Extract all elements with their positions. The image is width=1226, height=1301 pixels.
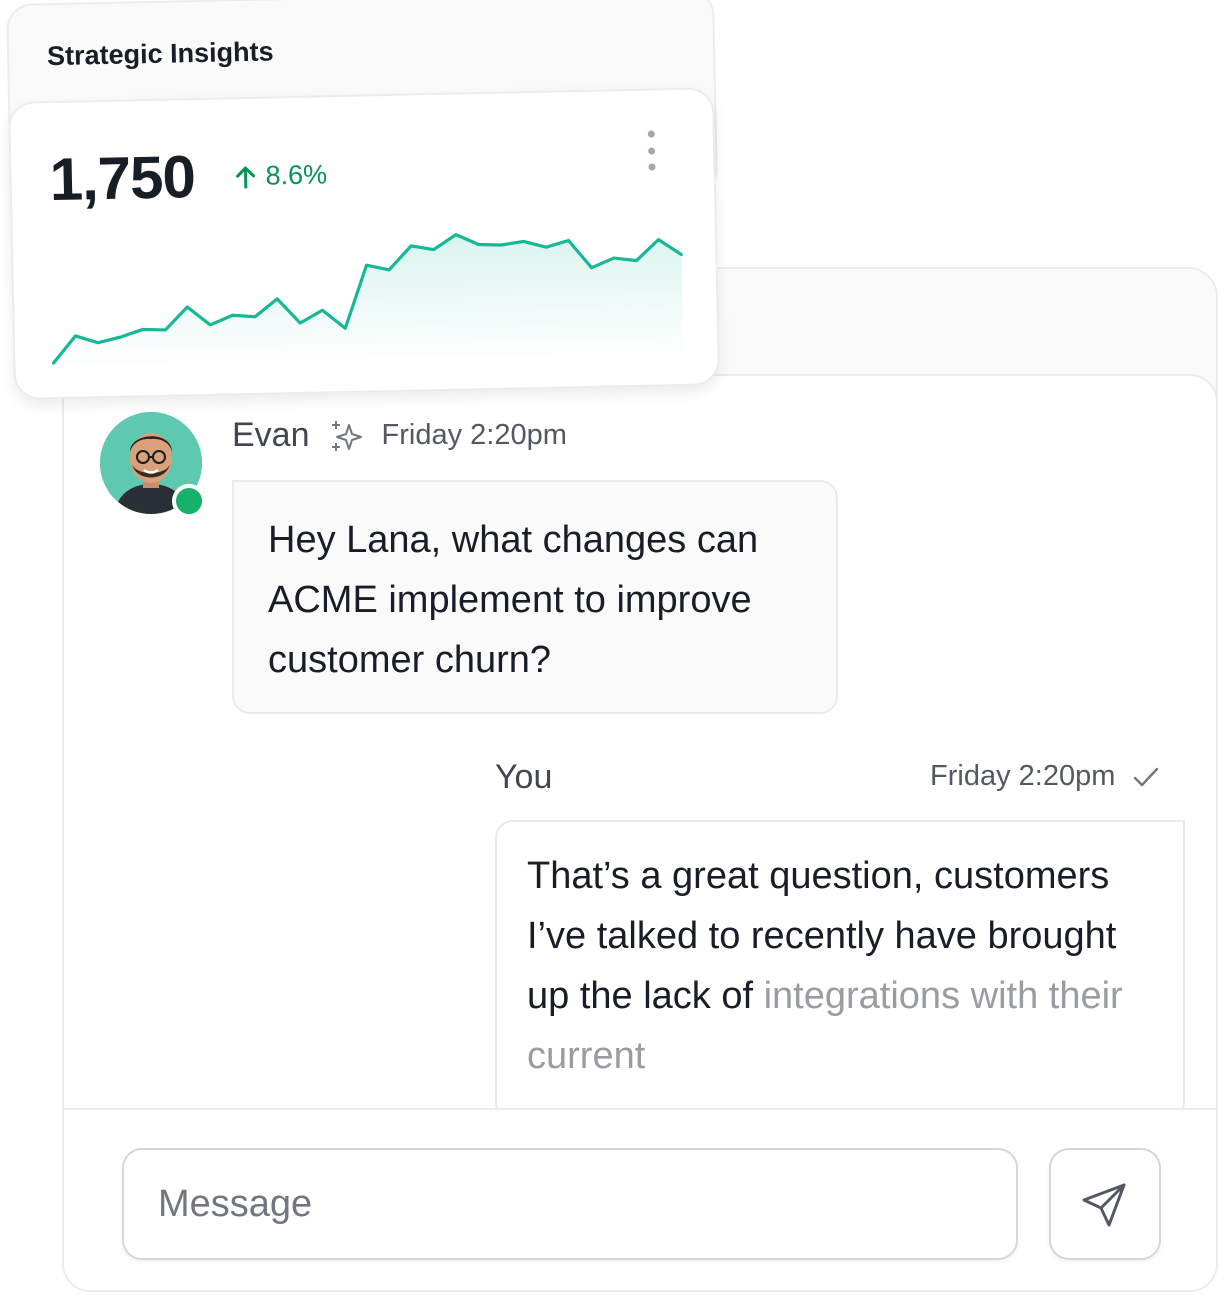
outgoing-sender-name: You — [495, 758, 553, 796]
chat-panel: Evan Friday 2:20pm Hey Lana, what change… — [62, 374, 1218, 1292]
sparkle-icon — [330, 419, 364, 453]
arrow-up-icon — [233, 163, 258, 189]
incoming-message-header: Evan Friday 2:20pm — [232, 416, 567, 455]
trend-sparkline — [51, 233, 684, 372]
incoming-sender-name: Evan — [232, 416, 310, 454]
incoming-message-bubble: Hey Lana, what changes can ACME implemen… — [232, 480, 838, 714]
check-icon — [1131, 762, 1161, 792]
online-status-dot — [172, 484, 206, 518]
outgoing-message-time: Friday 2:20pm — [930, 760, 1116, 792]
kebab-menu-icon[interactable] — [641, 130, 662, 171]
sparkline-area — [53, 234, 684, 372]
kpi-change-value: 8.6% — [265, 159, 328, 191]
kpi-value: 1,750 — [48, 143, 196, 214]
outgoing-message-meta: Friday 2:20pm — [930, 760, 1161, 793]
incoming-message-time: Friday 2:20pm — [381, 419, 567, 451]
message-input[interactable] — [122, 1148, 1018, 1260]
insights-card: 1,750 8.6% — [8, 87, 721, 400]
outgoing-message-sender: You — [495, 758, 552, 797]
message-composer — [64, 1108, 1216, 1290]
kpi-change: 8.6% — [233, 159, 327, 192]
send-button[interactable] — [1049, 1148, 1161, 1260]
incoming-message-text: Hey Lana, what changes can ACME implemen… — [268, 519, 759, 681]
outgoing-message-bubble: That’s a great question, customers I’ve … — [495, 820, 1185, 1120]
send-icon — [1080, 1179, 1130, 1229]
insights-title: Strategic Insights — [46, 36, 274, 72]
